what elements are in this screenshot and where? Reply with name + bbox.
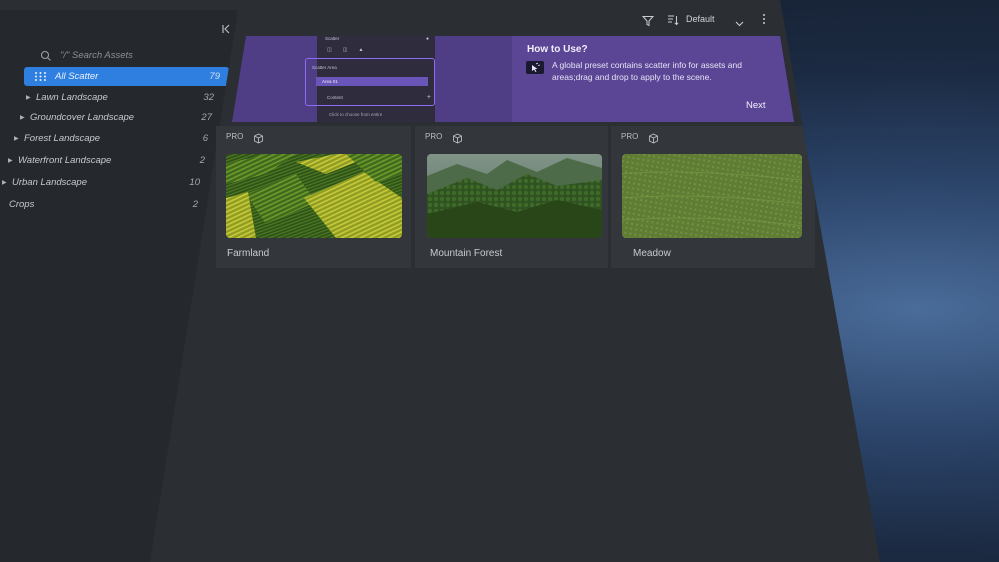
sidebar-item-label: Groundcover Landscape [30, 111, 135, 123]
eye-icon: ● [425, 36, 429, 42]
sidebar-item-lawn-landscape[interactable]: ▶ Lawn Landscape 32 [26, 90, 214, 104]
preview-area-title: Scatter Area [312, 65, 337, 70]
sidebar-item-count: 2 [199, 154, 205, 166]
preset-card-mountain-forest[interactable]: PRO Mountain Forest [415, 126, 608, 268]
package-icon [648, 131, 659, 144]
chevron-down-icon[interactable] [735, 15, 744, 27]
sidebar-item-count: 79 [209, 71, 220, 82]
pro-badge: PRO [425, 132, 443, 141]
drag-drop-icon [526, 61, 544, 74]
expand-arrow-icon[interactable]: ▶ [2, 179, 12, 186]
sidebar-item-waterfront-landscape[interactable]: ▶ Waterfront Landscape 2 [8, 153, 205, 167]
main-panel: All Scatter 79 ▶ Lawn Landscape 32 ▶ Gro… [0, 0, 880, 562]
sidebar-item-count: 27 [201, 111, 212, 123]
expand-arrow-icon[interactable]: ▶ [20, 114, 30, 121]
expand-arrow-icon[interactable]: ▶ [8, 157, 18, 164]
plus-icon: + [426, 94, 431, 101]
sidebar-item-count: 2 [192, 198, 198, 210]
card-name: Farmland [227, 248, 270, 259]
sidebar-item-label: Forest Landscape [24, 132, 101, 144]
how-to-use-banner: Scatter ● ◫◫▲ Scatter Area Area 01 Conte… [232, 36, 794, 122]
sidebar-item-label: Lawn Landscape [36, 91, 108, 103]
card-name: Meadow [633, 248, 671, 259]
sidebar-item-crops[interactable]: Crops 2 [9, 197, 198, 211]
sidebar-item-groundcover-landscape[interactable]: ▶ Groundcover Landscape 27 [20, 110, 212, 124]
package-icon [253, 131, 264, 144]
preview-tool-icons: ◫◫▲ [327, 47, 375, 53]
sidebar-item-urban-landscape[interactable]: ▶ Urban Landscape 10 [2, 175, 200, 189]
card-name: Mountain Forest [430, 248, 503, 259]
sidebar-item-count: 32 [203, 91, 214, 103]
sidebar-item-label: Urban Landscape [12, 176, 87, 188]
preview-title: Scatter [325, 36, 340, 41]
preview-area-item: Area 01 [316, 77, 428, 86]
expand-arrow-icon[interactable]: ▶ [26, 94, 36, 101]
search-input[interactable] [60, 49, 210, 61]
pro-badge: PRO [226, 132, 244, 141]
sidebar-item-all-scatter[interactable]: All Scatter 79 [24, 67, 229, 86]
preset-card-meadow[interactable]: PRO Meadow [611, 126, 815, 268]
grid-icon [34, 71, 47, 82]
search-bar [30, 46, 230, 64]
filter-icon[interactable] [641, 14, 655, 27]
sidebar-item-label: Waterfront Landscape [18, 154, 112, 166]
mountain-forest-thumbnail [427, 154, 602, 238]
sidebar-item-count: 6 [202, 132, 208, 144]
sort-dropdown-label[interactable]: Default [686, 14, 715, 24]
next-button[interactable]: Next [746, 100, 766, 111]
banner-description: A global preset contains scatter info fo… [552, 60, 742, 82]
sort-icon[interactable] [667, 13, 679, 26]
meadow-thumbnail [622, 154, 802, 238]
sidebar: All Scatter 79 ▶ Lawn Landscape 32 ▶ Gro… [0, 10, 238, 562]
collapse-sidebar-icon[interactable] [219, 24, 233, 36]
more-vertical-icon[interactable] [760, 12, 768, 26]
expand-arrow-icon[interactable]: ▶ [14, 135, 24, 142]
banner-title: How to Use? [527, 44, 588, 55]
banner-preview-image: Scatter ● ◫◫▲ Scatter Area Area 01 Conte… [305, 36, 435, 122]
farmland-thumbnail [226, 154, 402, 238]
preview-content-label: Content [327, 95, 343, 100]
package-icon [452, 131, 463, 144]
sidebar-item-forest-landscape[interactable]: ▶ Forest Landscape 6 [14, 131, 208, 145]
sidebar-item-count: 10 [189, 176, 200, 188]
preview-footer: Click to choose from entire [329, 112, 383, 117]
search-icon [40, 49, 52, 61]
sidebar-item-label: All Scatter [55, 71, 99, 82]
sidebar-item-label: Crops [9, 198, 35, 210]
preview-highlight-box: Scatter Area Area 01 [305, 58, 435, 106]
pro-badge: PRO [621, 132, 639, 141]
preset-card-farmland[interactable]: PRO Farmland [216, 126, 411, 268]
